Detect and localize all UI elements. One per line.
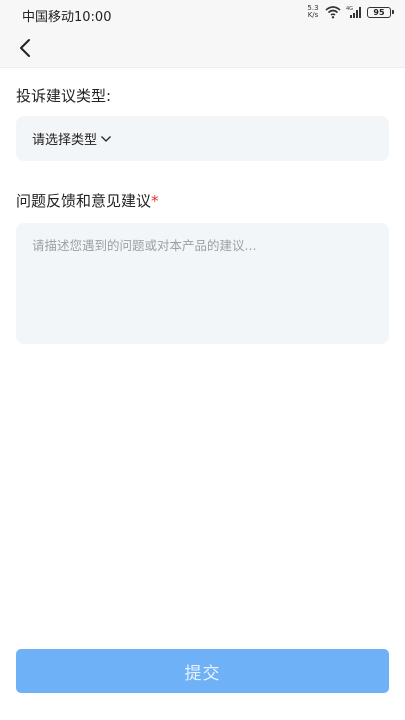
battery-level: 95 (373, 7, 385, 17)
nav-bar (0, 28, 405, 68)
status-bar: 中国移动10:00 5.3 K/s 4G 95 (0, 0, 405, 28)
chevron-left-icon (20, 39, 30, 57)
net-speed-unit: K/s (307, 11, 319, 19)
carrier-time: 中国移动10:00 (22, 10, 112, 25)
feedback-label: 问题反馈和意见建议* (16, 190, 159, 211)
submit-button[interactable]: 提交 (16, 649, 389, 693)
network-type: 4G (346, 6, 353, 12)
status-icons: 5.3 K/s 4G 95 (306, 5, 394, 19)
net-speed: 5.3 K/s (306, 5, 320, 19)
required-mark: * (151, 192, 159, 210)
chevron-down-icon (101, 135, 111, 142)
wifi-icon (325, 6, 341, 19)
signal-icon: 4G (346, 6, 361, 18)
feedback-label-text: 问题反馈和意见建议 (16, 192, 152, 210)
type-label: 投诉建议类型: (16, 87, 112, 105)
battery-icon: 95 (367, 6, 394, 18)
type-select-value: 请选择类型 (32, 133, 98, 148)
feedback-textarea[interactable] (16, 223, 389, 344)
type-select[interactable]: 请选择类型 (16, 116, 389, 161)
back-button[interactable] (12, 35, 38, 61)
